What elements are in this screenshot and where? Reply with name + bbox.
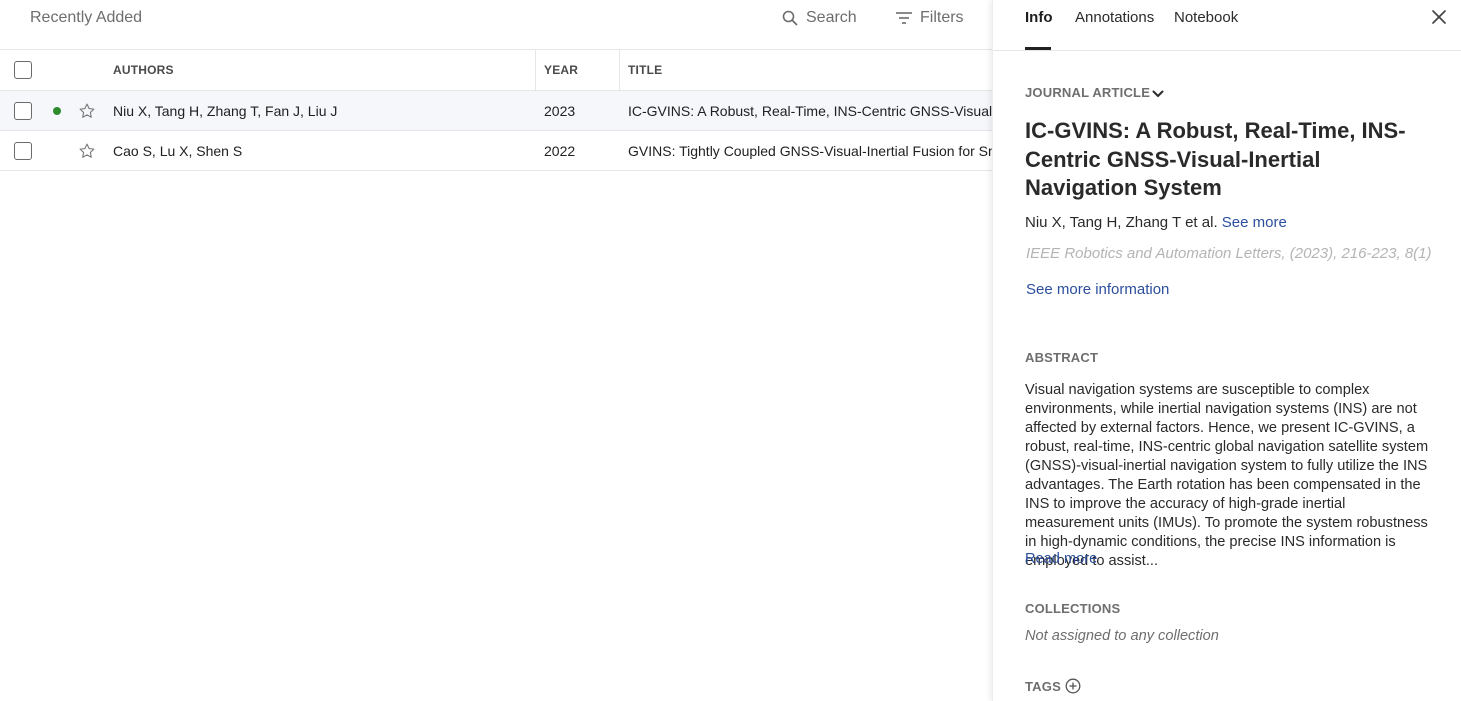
select-all-checkbox[interactable] bbox=[14, 61, 32, 79]
row-year: 2022 bbox=[544, 142, 576, 159]
collections-empty-text: Not assigned to any collection bbox=[1025, 628, 1219, 644]
document-title: IC-GVINS: A Robust, Real-Time, INS-Centr… bbox=[1025, 118, 1406, 200]
table-header-row: AUTHORS YEAR TITLE bbox=[0, 50, 992, 91]
row-checkbox-cell bbox=[14, 131, 34, 170]
favorite-star-cell bbox=[78, 91, 96, 130]
column-divider[interactable] bbox=[535, 50, 536, 90]
close-icon bbox=[1432, 10, 1446, 24]
filter-icon bbox=[896, 12, 912, 24]
document-type-dropdown[interactable]: JOURNAL ARTICLE bbox=[1025, 85, 1164, 100]
star-icon[interactable] bbox=[78, 102, 96, 120]
column-header-authors[interactable]: AUTHORS bbox=[113, 50, 533, 90]
select-all-cell bbox=[14, 50, 34, 90]
app-window: Recently Added Search Filters AUTHORS YE… bbox=[0, 0, 1461, 701]
tab-notebook[interactable]: Notebook bbox=[1174, 9, 1238, 27]
reference-table: AUTHORS YEAR TITLE Niu X, Tang H, Zhang … bbox=[0, 50, 992, 171]
active-tab-indicator bbox=[1025, 47, 1051, 50]
row-title: IC-GVINS: A Robust, Real-Time, INS-Centr… bbox=[628, 102, 992, 119]
view-title: Recently Added bbox=[30, 9, 143, 26]
star-icon[interactable] bbox=[78, 142, 96, 160]
reference-list-pane: Recently Added Search Filters AUTHORS YE… bbox=[0, 0, 992, 701]
row-checkbox[interactable] bbox=[14, 141, 32, 160]
row-checkbox-cell bbox=[14, 91, 34, 130]
document-type-label: JOURNAL ARTICLE bbox=[1025, 85, 1151, 100]
chevron-down-icon bbox=[1152, 90, 1164, 97]
add-tag-plus-circle-icon[interactable] bbox=[1065, 678, 1081, 694]
read-more-link[interactable]: Read more bbox=[1025, 551, 1097, 567]
row-authors: Cao S, Lu X, Shen S bbox=[113, 142, 243, 159]
row-authors: Niu X, Tang H, Zhang T, Fan J, Liu J bbox=[113, 102, 338, 119]
abstract-text: Visual navigation systems are susceptibl… bbox=[1025, 382, 1429, 569]
row-title: GVINS: Tightly Coupled GNSS-Visual-Inert… bbox=[628, 142, 992, 159]
close-panel-button[interactable] bbox=[1431, 9, 1447, 30]
collections-heading: COLLECTIONS bbox=[1025, 601, 1121, 616]
unread-indicator-cell bbox=[50, 91, 64, 130]
unread-dot-icon bbox=[53, 106, 61, 115]
favorite-star-cell bbox=[78, 131, 96, 170]
document-authors: Niu X, Tang H, Zhang T et al. bbox=[1025, 214, 1218, 231]
filters-button[interactable]: Filters bbox=[895, 8, 964, 28]
row-checkbox[interactable] bbox=[14, 101, 32, 120]
table-row[interactable]: Niu X, Tang H, Zhang T, Fan J, Liu J 202… bbox=[0, 91, 992, 131]
table-row[interactable]: Cao S, Lu X, Shen S 2022 GVINS: Tightly … bbox=[0, 131, 992, 171]
row-year: 2023 bbox=[544, 102, 576, 119]
abstract-heading: ABSTRACT bbox=[1025, 350, 1099, 365]
tags-heading: TAGS bbox=[1025, 678, 1061, 694]
tab-annotations[interactable]: Annotations bbox=[1075, 9, 1154, 27]
search-icon bbox=[782, 10, 798, 26]
column-divider[interactable] bbox=[619, 50, 620, 90]
filters-label: Filters bbox=[920, 9, 964, 26]
column-header-title[interactable]: TITLE bbox=[628, 50, 992, 90]
tab-info[interactable]: Info bbox=[1025, 9, 1053, 27]
see-more-authors-link[interactable]: See more bbox=[1222, 214, 1287, 231]
see-more-information-link[interactable]: See more information bbox=[1026, 281, 1169, 298]
search-label: Search bbox=[806, 9, 857, 26]
search-button[interactable]: Search bbox=[782, 8, 857, 28]
column-header-year[interactable]: YEAR bbox=[544, 50, 614, 90]
details-tabs: Info Annotations Notebook bbox=[993, 0, 1461, 51]
journal-citation: IEEE Robotics and Automation Letters, (2… bbox=[1026, 245, 1432, 262]
details-panel: Info Annotations Notebook JOURNAL ARTICL… bbox=[992, 0, 1461, 701]
list-toolbar: Recently Added Search Filters bbox=[0, 0, 992, 50]
document-authors-line: Niu X, Tang H, Zhang T et al. See more bbox=[1025, 214, 1287, 231]
tags-section: TAGS bbox=[1025, 678, 1081, 694]
